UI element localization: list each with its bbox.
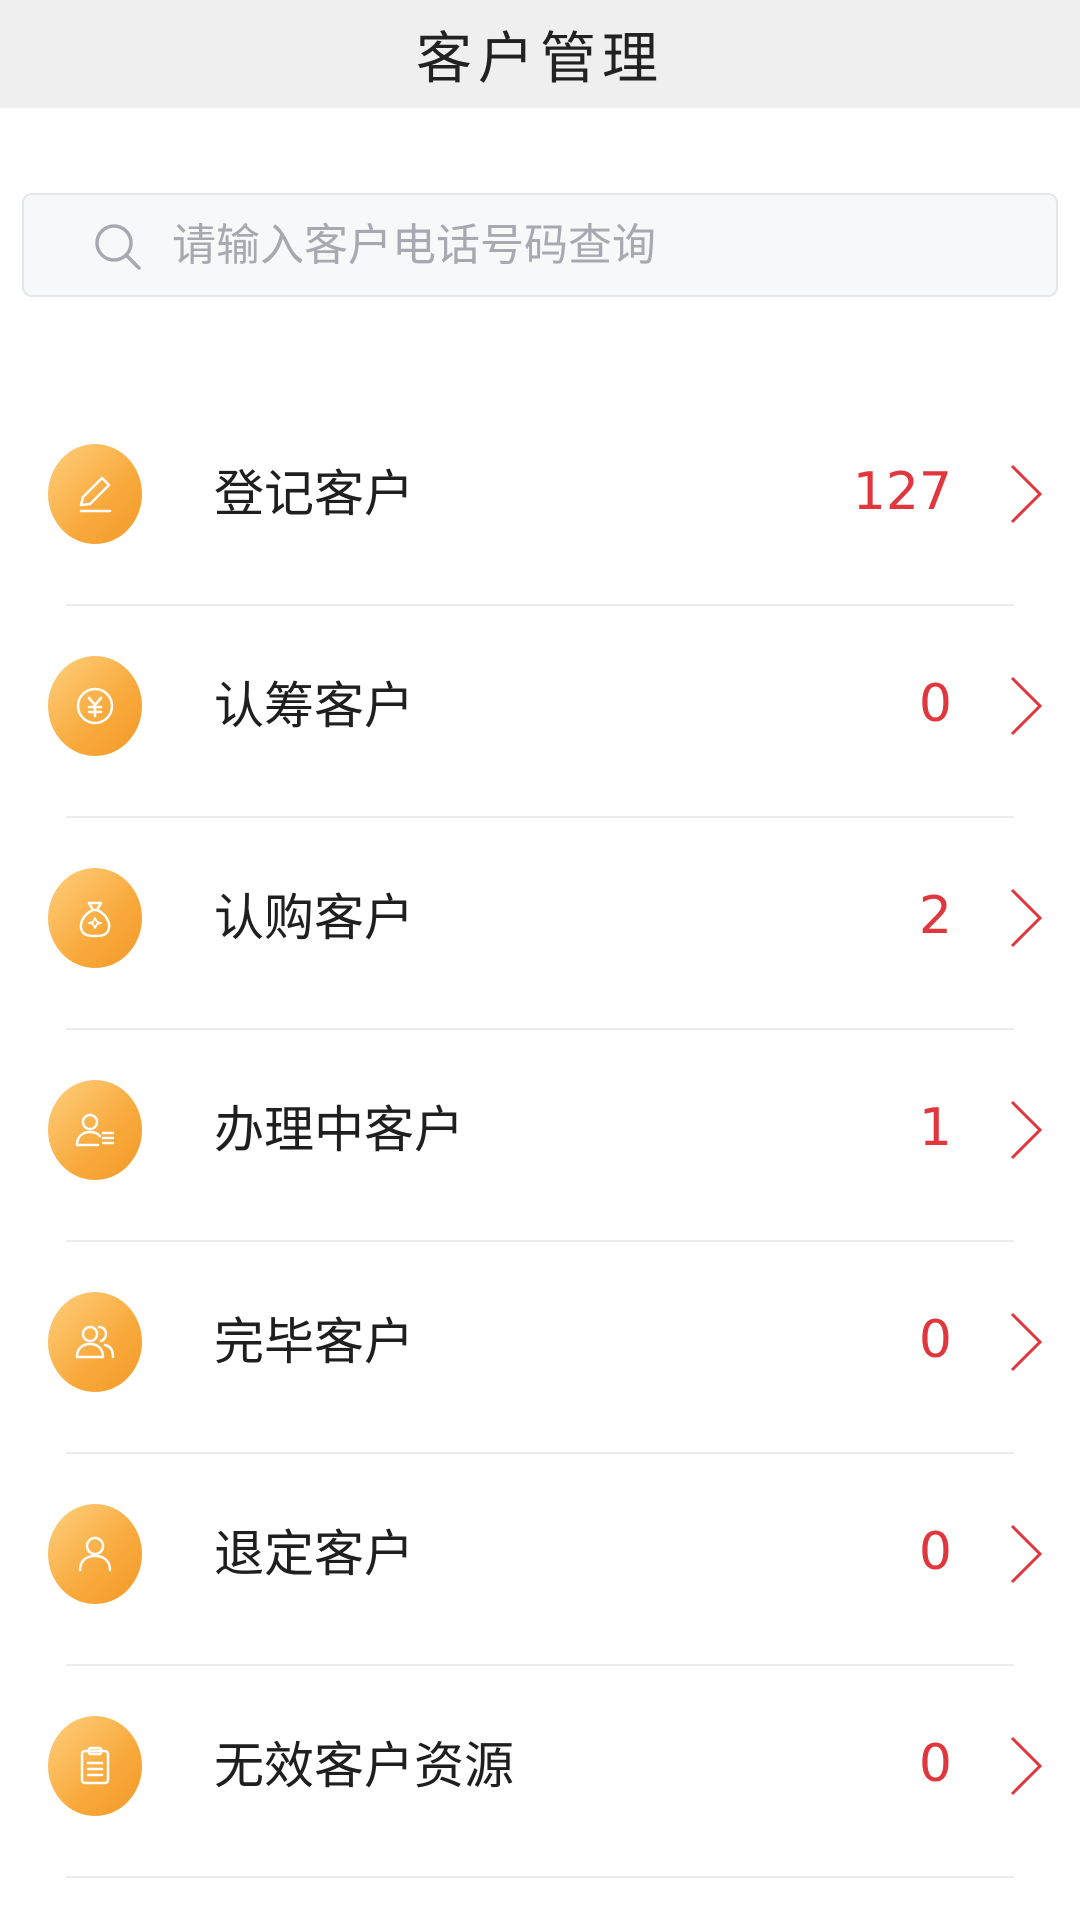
- search-bar[interactable]: [22, 193, 1058, 297]
- avatar: [48, 1504, 142, 1604]
- list-item-label: 登记客户: [214, 465, 414, 523]
- list-item-count: 0: [918, 674, 952, 734]
- avatar: [48, 656, 142, 756]
- chevron-right-icon: [1010, 1736, 1043, 1796]
- chevron-right-icon: [1010, 676, 1043, 736]
- list-item-count: 2: [918, 886, 952, 946]
- list-item-label: 退定客户: [214, 1525, 414, 1583]
- list-item-completed[interactable]: 完毕客户 0: [0, 1242, 1080, 1454]
- chevron-right-icon: [1010, 464, 1043, 524]
- chevron-right-icon: [1010, 888, 1043, 948]
- chevron-right-icon: [1010, 1100, 1043, 1160]
- list-item-in-progress[interactable]: 办理中客户 1: [0, 1030, 1080, 1242]
- clipboard-icon: [80, 1746, 110, 1785]
- list-item-registered[interactable]: 登记客户 127: [0, 394, 1080, 606]
- app-header: 客户管理: [0, 0, 1080, 108]
- page-title: 客户管理: [416, 26, 664, 92]
- yuan-coin-icon: [76, 687, 114, 725]
- avatar: [48, 444, 142, 544]
- list-item-count: 0: [918, 1310, 952, 1370]
- avatar: [48, 1080, 142, 1180]
- list-item-purchased[interactable]: 认购客户 2: [0, 818, 1080, 1030]
- customer-category-list: 登记客户 127 认筹客户 0 认购客户 2 办理中客户 1 完毕客户 0 退定…: [0, 394, 1080, 1878]
- list-item-count: 1: [918, 1098, 952, 1158]
- user-icon: [78, 1536, 112, 1572]
- avatar: [48, 868, 142, 968]
- edit-icon: [79, 476, 112, 513]
- users-icon: [75, 1325, 115, 1359]
- chevron-right-icon: [1010, 1524, 1043, 1584]
- list-item-label: 认筹客户: [214, 677, 414, 735]
- list-item-label: 无效客户资源: [214, 1737, 514, 1795]
- list-item-count: 0: [918, 1734, 952, 1794]
- user-list-icon: [75, 1113, 115, 1147]
- list-item-count: 127: [852, 462, 952, 522]
- list-item-count: 0: [918, 1522, 952, 1582]
- list-item-label: 完毕客户: [214, 1313, 414, 1371]
- list-item-invalid-resources[interactable]: 无效客户资源 0: [0, 1666, 1080, 1878]
- avatar: [48, 1716, 142, 1816]
- list-item-refunded[interactable]: 退定客户 0: [0, 1454, 1080, 1666]
- divider: [66, 1876, 1014, 1878]
- list-item-subscribed[interactable]: 认筹客户 0: [0, 606, 1080, 818]
- money-bag-icon: [79, 901, 111, 938]
- search-input[interactable]: [172, 195, 1032, 295]
- list-item-label: 办理中客户: [214, 1101, 464, 1159]
- chevron-right-icon: [1010, 1312, 1043, 1372]
- avatar: [48, 1292, 142, 1392]
- list-item-label: 认购客户: [214, 889, 414, 947]
- search-icon: [95, 224, 141, 270]
